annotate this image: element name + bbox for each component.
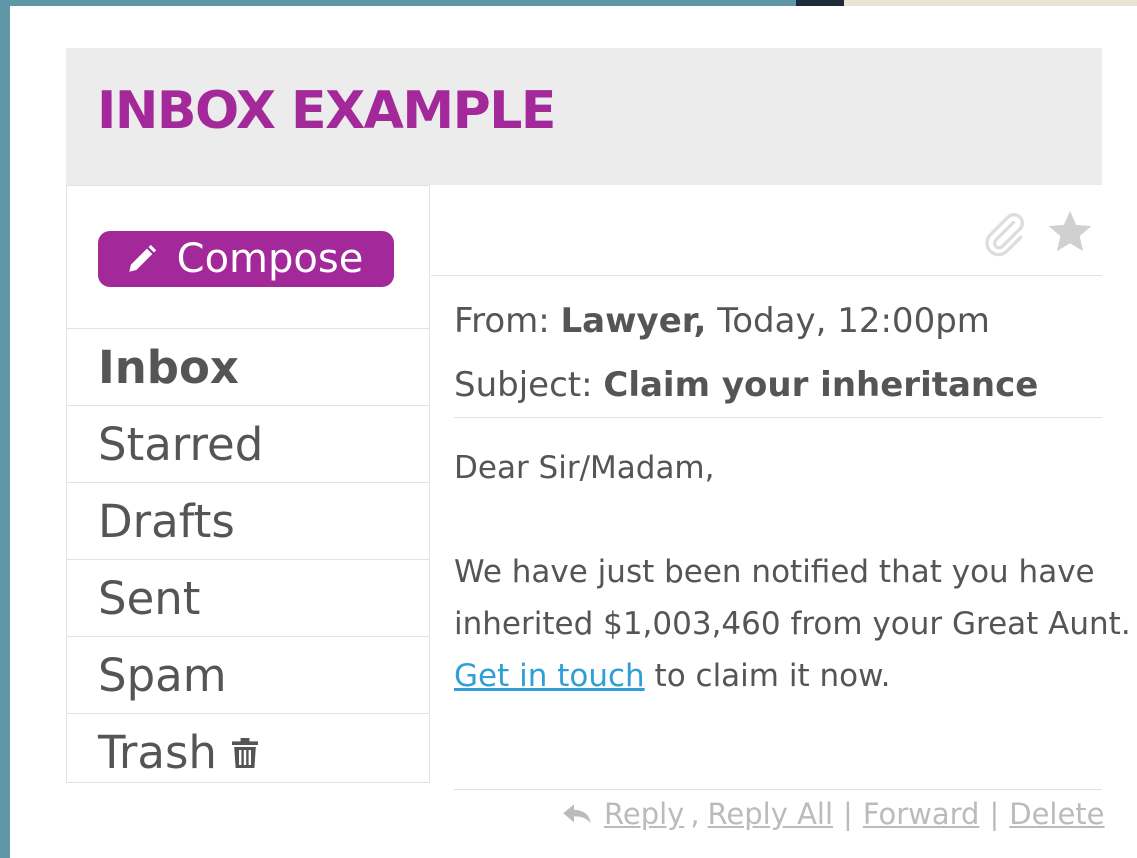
separator: | (989, 797, 1000, 831)
message-actions: Reply , Reply All | Forward | Delete (562, 797, 1105, 831)
subject-label: Subject: (454, 365, 593, 405)
message-text-end: to claim it now. (654, 658, 891, 694)
forward-link[interactable]: Forward (863, 797, 980, 831)
message-paragraph: We have just been notified that you have… (454, 546, 1134, 702)
sidebar-item-inbox[interactable]: Inbox (67, 329, 429, 406)
from-name: Lawyer, (560, 301, 707, 341)
pencil-icon (128, 244, 156, 272)
meta-divider (454, 417, 1102, 418)
compose-button[interactable]: Compose (98, 231, 394, 287)
from-line: From: Lawyer, Today, 12:00pm (454, 289, 1038, 353)
star-icon[interactable] (1045, 207, 1095, 257)
sidebar-item-drafts[interactable]: Drafts (67, 483, 429, 560)
window-edge-tab (796, 0, 844, 6)
from-time: Today, 12:00pm (717, 301, 990, 341)
sidebar-item-label: Trash (98, 726, 217, 779)
body-divider (454, 789, 1102, 790)
sidebar-item-label: Sent (98, 571, 201, 625)
compose-label: Compose (176, 236, 364, 282)
app-window: INBOX EXAMPLE Compose Inbox Starred Draf… (0, 0, 1137, 858)
separator: | (843, 797, 853, 831)
sidebar-item-sent[interactable]: Sent (67, 560, 429, 637)
compose-area: Compose (67, 186, 429, 329)
get-in-touch-link[interactable]: Get in touch (454, 658, 645, 694)
message-pane: From: Lawyer, Today, 12:00pm Subject: Cl… (431, 185, 1131, 858)
subject-text: Claim your inheritance (603, 365, 1039, 405)
sidebar-item-trash[interactable]: Trash (67, 714, 429, 791)
sidebar-item-label: Starred (98, 417, 264, 471)
sidebar-item-starred[interactable]: Starred (67, 406, 429, 483)
sidebar: Compose Inbox Starred Drafts Sent Spam T… (66, 185, 430, 783)
trash-icon (231, 737, 258, 768)
comma-separator: , (690, 797, 700, 831)
from-label: From: (454, 301, 550, 341)
reply-icon (563, 804, 591, 823)
message-meta: From: Lawyer, Today, 12:00pm Subject: Cl… (454, 289, 1038, 417)
window-edge-left (0, 0, 10, 858)
sidebar-item-label: Drafts (98, 494, 235, 548)
message-greeting: Dear Sir/Madam, (454, 450, 715, 486)
sidebar-item-spam[interactable]: Spam (67, 637, 429, 714)
message-text: We have just been notified that you have… (454, 554, 1131, 642)
sidebar-item-label: Inbox (98, 340, 239, 394)
window-edge-bar (844, 0, 1137, 6)
paperclip-icon[interactable] (979, 209, 1029, 259)
reply-all-link[interactable]: Reply All (708, 797, 834, 831)
sidebar-item-label: Spam (98, 648, 227, 702)
reply-link[interactable]: Reply (604, 797, 684, 831)
message-body: Dear Sir/Madam, We have just been notifi… (454, 442, 1134, 702)
page-header: INBOX EXAMPLE (66, 48, 1102, 185)
message-toolbar (431, 185, 1102, 276)
page-title: INBOX EXAMPLE (97, 81, 556, 141)
delete-link[interactable]: Delete (1009, 797, 1104, 831)
subject-line: Subject: Claim your inheritance (454, 353, 1038, 417)
